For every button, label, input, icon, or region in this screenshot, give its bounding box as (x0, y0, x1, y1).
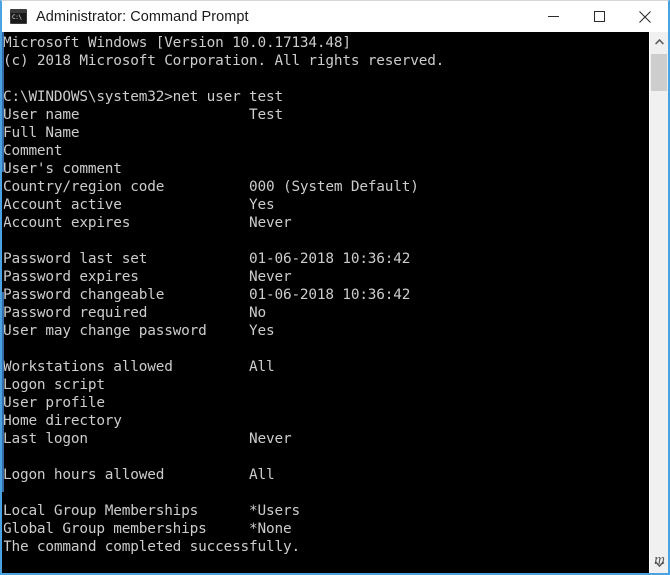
minimize-icon (547, 16, 559, 17)
scroll-down-arrow-icon (654, 560, 664, 567)
maximize-icon (593, 11, 605, 22)
minimize-button[interactable] (530, 1, 576, 32)
caption-button-group (530, 1, 668, 32)
window-title: Administrator: Command Prompt (36, 8, 249, 25)
scroll-up-arrow-icon (654, 38, 664, 45)
console-scrollbar[interactable] (649, 32, 668, 573)
close-icon (639, 10, 651, 23)
command-prompt-icon: C:\ (10, 9, 27, 24)
console-text: Microsoft Windows [Version 10.0.17134.48… (3, 35, 445, 555)
close-button[interactable] (622, 1, 668, 32)
scroll-down-button[interactable] (650, 554, 668, 573)
console-area: Microsoft Windows [Version 10.0.17134.48… (2, 32, 668, 573)
console-output-pane[interactable]: Microsoft Windows [Version 10.0.17134.48… (2, 32, 649, 573)
scroll-up-button[interactable] (650, 32, 668, 51)
icon-prompt-glyph: C:\ (11, 13, 26, 23)
command-prompt-window: C:\ Administrator: Command Prompt Micros… (0, 0, 670, 575)
title-bar[interactable]: C:\ Administrator: Command Prompt (2, 1, 668, 32)
scrollbar-track[interactable] (650, 51, 668, 573)
scrollbar-thumb[interactable] (651, 54, 667, 91)
maximize-button[interactable] (576, 1, 622, 32)
